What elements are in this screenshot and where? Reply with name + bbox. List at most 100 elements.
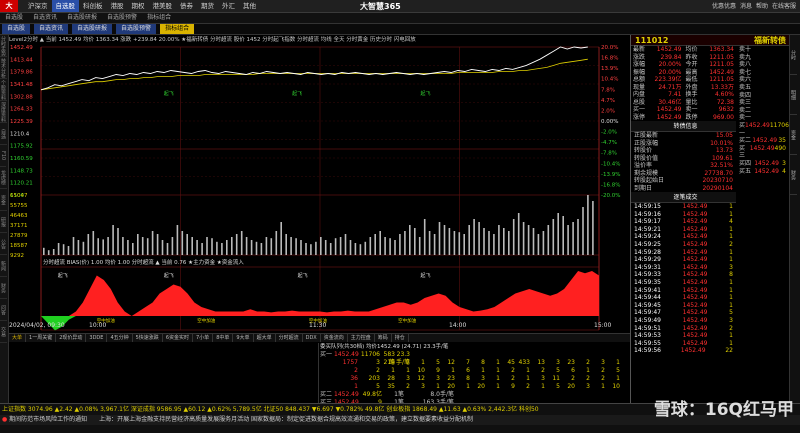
menu-item[interactable]: 外汇 (218, 0, 239, 12)
indicator-tab[interactable]: 1一周关键 (26, 334, 57, 342)
sidebar-item[interactable]: 个股资料 (0, 79, 7, 101)
indicator-tab[interactable]: 2现价异动 (56, 334, 87, 342)
indicator-tab[interactable]: 5快速涨跌 (133, 334, 163, 342)
watermark: 雪球：16Q红马甲 (653, 400, 794, 420)
volume-bar (265, 237, 268, 255)
sidebar-item[interactable]: 分时走势 (0, 35, 7, 57)
title-link[interactable]: 优惠优惠 (712, 0, 736, 13)
quote-value: 4.60% (714, 91, 734, 98)
indicator-tab[interactable]: 持仓 (392, 334, 409, 342)
queue-cell: 11 (552, 375, 560, 382)
menu-item[interactable]: 沪深京 (24, 0, 52, 12)
volume-bar (305, 243, 307, 255)
toolbar-item[interactable]: 自选股预警 (102, 13, 142, 23)
chart-info-bar: Level2分时 ▲ 当前 1452.49 均价 1363.34 涨跌 +239… (9, 37, 416, 43)
menu-item[interactable]: 期货 (197, 0, 218, 12)
menu-item[interactable]: 期权 (128, 0, 149, 12)
volume-bar (508, 231, 510, 255)
indicator-tab[interactable]: DDX (303, 334, 321, 342)
sidebar-item[interactable]: 交易 (0, 321, 7, 343)
app-title: 大智慧365 (360, 2, 401, 11)
indicator-tab[interactable]: 8中单 (213, 334, 234, 342)
tick-row: 14:59:44 1452.49 1 (631, 294, 736, 302)
watchlist-tab[interactable]: 自选股 (2, 24, 31, 34)
sidebar-item[interactable]: 龙虎榜 (0, 167, 7, 189)
queue-cell: 1 (541, 383, 545, 390)
ladder-vol: 11706 (769, 121, 789, 129)
intraday-chart[interactable]: 1452.49 1413.44 1379.86 1341.48 1302.88 1264.… (9, 45, 630, 332)
indicator-tab[interactable]: 筹码 (375, 334, 392, 342)
bond-value: 32.51% (710, 162, 733, 169)
queue-cell: 35 (387, 383, 395, 390)
order-queue: 委买队列(共30档) 均价1452.49 (24.71) 23.3手/笔 买一 14… (320, 343, 630, 414)
sidebar-item[interactable]: 财务 (0, 277, 7, 299)
vtab[interactable]: 分时 (790, 35, 797, 75)
indicator-tab[interactable]: 7小单 (193, 334, 214, 342)
volume-bar (428, 231, 431, 255)
sidebar-item[interactable]: 资金 (0, 189, 7, 211)
indicator-tab[interactable]: 4五分钟 (107, 334, 133, 342)
menu-item[interactable]: 港美股 (149, 0, 177, 12)
vtab[interactable]: 资金 (790, 115, 797, 155)
queue-cell: 3 (421, 383, 425, 390)
volume-bar (349, 240, 352, 255)
watchlist-tab[interactable]: 自选股预警 (116, 24, 157, 34)
volume-bar (498, 225, 500, 255)
sidebar-item[interactable]: 深度资料 (0, 101, 7, 123)
sidebar-item[interactable]: F10 (0, 145, 6, 167)
sidebar-item[interactable]: 问答 (0, 299, 7, 321)
title-link[interactable]: 在线客服 (772, 0, 796, 13)
vtab[interactable]: 明细 (790, 75, 797, 115)
volume-bar (67, 246, 70, 255)
indicator-tab[interactable]: 超大单 (254, 334, 276, 342)
quote-value: 7.41 (668, 91, 682, 98)
quote-cell: 外盘 13.33万 (684, 84, 737, 92)
sidebar-item[interactable]: 技术分析 (0, 57, 7, 79)
indicator-tab[interactable]: 资金流向 (321, 334, 348, 342)
indicator-tab[interactable]: 大单 (9, 334, 27, 342)
menu-item[interactable]: 科创板 (79, 0, 107, 12)
menu-item[interactable]: 其他 (239, 0, 260, 12)
menu-item[interactable]: 港股 (107, 0, 128, 12)
menu-item[interactable]: 债券 (176, 0, 197, 12)
toolbar-item[interactable]: 指标组合 (142, 13, 176, 23)
menu-item[interactable]: 自选股 (51, 0, 79, 12)
intraday-chart-area[interactable]: Level2分时 ▲ 当前 1452.49 均价 1363.34 涨跌 +239… (9, 35, 630, 333)
quote-value: 1452.49 (709, 68, 734, 76)
indicator-tab[interactable]: 9大单 (233, 334, 254, 342)
indicator-label: 起飞 (298, 273, 308, 279)
volume-axis-label: 65047 (10, 193, 28, 199)
indicator-tab[interactable]: 主力控盘 (348, 334, 375, 342)
watchlist-tab[interactable]: 自选股研报 (72, 24, 113, 34)
sidebar-item[interactable]: 自选 (0, 123, 7, 145)
queue-row: 1 5 35 2 3 1 20 1 20 1 9 2 1 5 20 3 1 10 (320, 383, 630, 391)
indicator-tab[interactable]: 6资金实时 (163, 334, 193, 342)
volume-bar (295, 238, 297, 255)
tick-row: 14:59:51 1452.49 2 (631, 325, 736, 333)
quote-key: 涨停 (633, 113, 646, 121)
indicator-tab[interactable]: 3DDE (86, 334, 108, 342)
sidebar-item[interactable]: 公告 (0, 233, 7, 255)
tick-vol: 1 (729, 294, 733, 302)
quote-cell: 内盘 7.41 (631, 91, 684, 99)
vtab[interactable]: 财务 (790, 155, 797, 195)
tick-time: 14:59:49 (634, 316, 661, 324)
bond-row: 到期日 20290104 (631, 185, 736, 193)
watchlist-tab[interactable]: 自选资讯 (34, 24, 69, 34)
ladder-price: 1452.49 (754, 159, 779, 167)
tick-time: 14:59:15 (634, 203, 661, 210)
watchlist-tab[interactable]: 指标组合 (160, 24, 195, 34)
tick-row: 14:59:21 1452.49 1 (631, 226, 736, 234)
title-link[interactable]: 消息 (740, 0, 752, 13)
title-link[interactable]: 帮助 (756, 0, 768, 13)
toolbar-item[interactable]: 自选资讯 (28, 13, 62, 23)
volume-axis-label: 55755 (10, 203, 28, 209)
sidebar-item[interactable]: 研报 (0, 211, 7, 233)
toolbar-item[interactable]: 自选股研报 (62, 13, 102, 23)
tick-row: 14:59:35 1452.49 1 (631, 279, 736, 287)
indicator-tab[interactable]: 分时超流 (276, 334, 303, 342)
sidebar-item[interactable]: 新闻 (0, 255, 7, 277)
volume-bar (300, 240, 302, 255)
toolbar-item[interactable]: 自选股 (0, 13, 28, 23)
volume-bar (522, 222, 525, 255)
